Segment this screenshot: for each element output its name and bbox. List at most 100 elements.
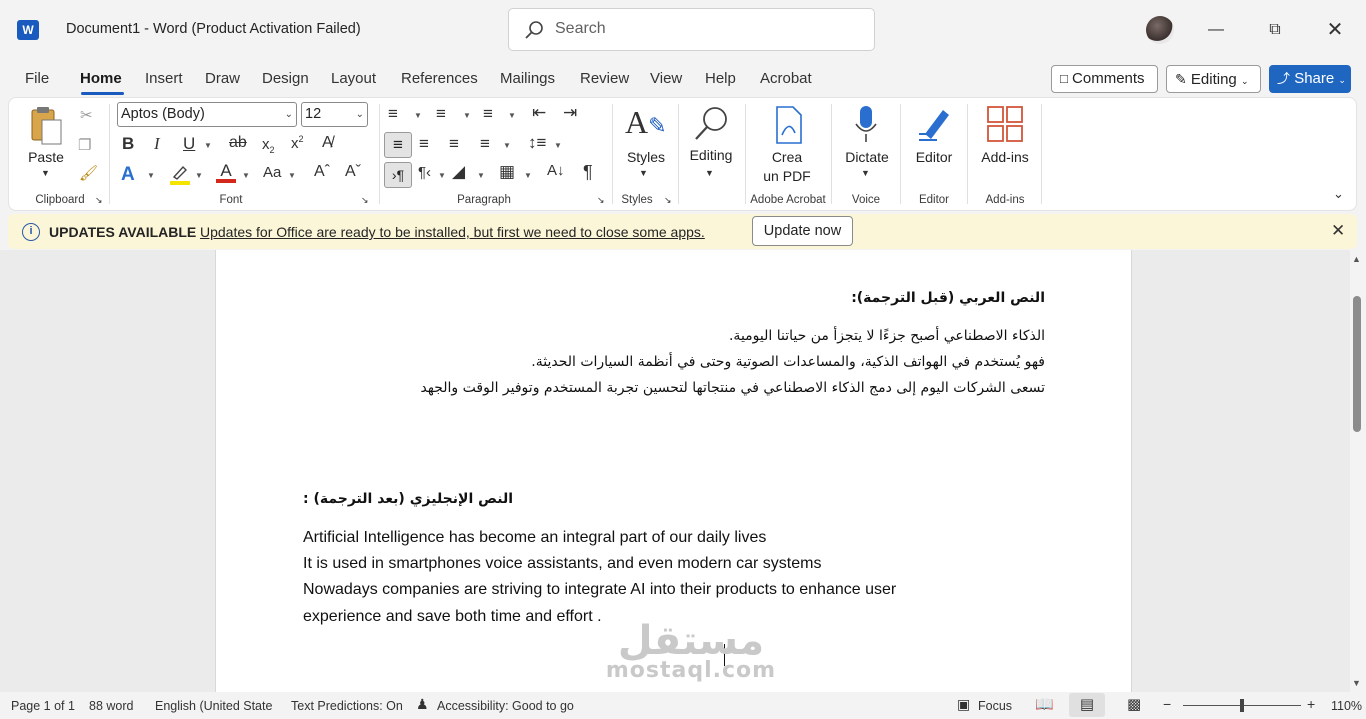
web-layout-icon[interactable]: ▩ [1127, 695, 1141, 713]
close-icon[interactable]: ✕ [1331, 221, 1345, 241]
avatar[interactable] [1146, 16, 1174, 44]
word-count[interactable]: 88 word [89, 699, 133, 713]
scroll-up-icon[interactable]: ▲ [1352, 254, 1361, 264]
chevron-down-icon[interactable]: ▼ [861, 168, 870, 178]
vertical-scrollbar[interactable]: ▲ ▼ [1350, 250, 1366, 692]
subscript-icon[interactable]: x2 [262, 136, 275, 155]
tab-help[interactable]: Help [705, 70, 736, 87]
increase-indent-icon[interactable]: ⇥ [563, 103, 577, 123]
bold-icon[interactable]: B [122, 134, 134, 154]
tab-acrobat[interactable]: Acrobat [760, 70, 812, 87]
tab-view[interactable]: View [650, 70, 682, 87]
language[interactable]: English (United State [155, 699, 272, 713]
strikethrough-icon[interactable]: ab [229, 134, 247, 152]
change-case-icon[interactable]: Aa [263, 164, 281, 181]
font-size-select[interactable]: 12 ⌄ [301, 102, 368, 127]
align-center-icon[interactable]: ≡ [419, 134, 429, 154]
line-spacing-icon[interactable]: ↕≡ [528, 133, 546, 153]
tab-insert[interactable]: Insert [145, 70, 183, 87]
chevron-down-icon[interactable]: ▼ [147, 171, 155, 180]
accessibility-status[interactable]: Accessibility: Good to go [437, 699, 574, 713]
chevron-down-icon[interactable]: ▼ [204, 141, 212, 150]
paste-button[interactable]: Paste [26, 149, 66, 165]
comments-button[interactable]: □ Comments [1051, 65, 1158, 93]
chevron-down-icon[interactable]: ▼ [554, 141, 562, 150]
italic-icon[interactable]: I [154, 134, 160, 154]
sort-icon[interactable]: A↓ [547, 162, 565, 179]
dialog-launcher-icon[interactable]: ↘ [664, 195, 672, 206]
dialog-launcher-icon[interactable]: ↘ [597, 195, 605, 206]
chevron-down-icon[interactable]: ▼ [705, 168, 714, 178]
align-right-icon[interactable]: ≡ [449, 134, 459, 154]
zoom-slider-thumb[interactable] [1240, 699, 1244, 712]
updates-message-link[interactable]: Updates for Office are ready to be insta… [200, 224, 705, 240]
align-left-icon[interactable]: ≡ [384, 132, 412, 158]
borders-icon[interactable]: ▦ [499, 162, 515, 182]
tab-mailings[interactable]: Mailings [500, 70, 555, 87]
dialog-launcher-icon[interactable]: ↘ [361, 195, 369, 206]
chevron-down-icon[interactable]: ▼ [288, 171, 296, 180]
tab-layout[interactable]: Layout [331, 70, 376, 87]
shading-icon[interactable]: ◢ [452, 162, 465, 182]
read-mode-icon[interactable]: 📖 [1035, 695, 1054, 713]
tab-design[interactable]: Design [262, 70, 309, 87]
zoom-in-icon[interactable]: + [1307, 696, 1315, 712]
cut-icon[interactable]: ✂ [80, 106, 93, 124]
chevron-down-icon[interactable]: ▼ [41, 168, 50, 178]
rtl-direction-icon[interactable]: ¶‹ [418, 164, 431, 181]
focus-button[interactable]: Focus [978, 699, 1012, 713]
tab-references[interactable]: References [401, 70, 478, 87]
create-pdf-line2[interactable]: un PDF [757, 168, 817, 184]
page-count[interactable]: Page 1 of 1 [11, 699, 75, 713]
numbering-icon[interactable]: ≡ [436, 104, 446, 124]
copy-icon[interactable]: ❐ [78, 136, 91, 154]
font-color-icon[interactable]: A [216, 161, 236, 183]
tab-file[interactable]: File [25, 70, 49, 87]
minimize-icon[interactable]: — [1193, 14, 1239, 46]
share-button[interactable]: ⤴ Share ⌄ [1269, 65, 1351, 93]
dialog-launcher-icon[interactable]: ↘ [95, 195, 103, 206]
search-box[interactable]: Search [508, 8, 875, 51]
chevron-down-icon[interactable]: ▼ [508, 111, 516, 120]
chevron-down-icon[interactable]: ▼ [242, 171, 250, 180]
tab-review[interactable]: Review [580, 70, 629, 87]
multilevel-list-icon[interactable]: ≡ [483, 104, 493, 124]
chevron-down-icon[interactable]: ▼ [463, 111, 471, 120]
editing-mode-button[interactable]: ✎ Editing ⌄ [1166, 65, 1261, 93]
collapse-ribbon-icon[interactable]: ⌄ [1333, 186, 1344, 202]
bullets-icon[interactable]: ≡ [388, 104, 398, 124]
restore-icon[interactable]: ⧉ [1252, 14, 1298, 46]
add-ins-button[interactable]: Add-ins [975, 149, 1035, 165]
scrollbar-thumb[interactable] [1353, 296, 1361, 432]
tab-draw[interactable]: Draw [205, 70, 240, 87]
zoom-level[interactable]: 110% [1331, 699, 1362, 713]
justify-icon[interactable]: ≡ [480, 134, 490, 154]
chevron-down-icon[interactable]: ▼ [477, 171, 485, 180]
zoom-out-icon[interactable]: − [1163, 696, 1171, 712]
chevron-down-icon[interactable]: ▼ [438, 171, 446, 180]
shrink-font-icon[interactable]: Aˇ [345, 163, 361, 181]
create-pdf-line1[interactable]: Crea [757, 149, 817, 165]
update-now-button[interactable]: Update now [752, 216, 853, 246]
editor-button[interactable]: Editor [908, 149, 960, 165]
chevron-down-icon[interactable]: ▼ [414, 111, 422, 120]
document-page[interactable]: النص العربي (قبل الترجمة): الذكاء الاصطن… [215, 250, 1132, 692]
font-name-select[interactable]: Aptos (Body) ⌄ [117, 102, 297, 127]
superscript-icon[interactable]: x2 [291, 134, 304, 152]
show-formatting-marks-icon[interactable]: ¶ [583, 162, 593, 183]
tab-home[interactable]: Home [80, 70, 122, 87]
styles-button[interactable]: Styles [622, 149, 670, 165]
highlight-icon[interactable] [169, 163, 191, 185]
scroll-down-icon[interactable]: ▼ [1352, 678, 1361, 688]
format-painter-icon[interactable]: 🖌 [79, 164, 98, 182]
ltr-direction-icon[interactable]: ›¶ [384, 162, 412, 188]
text-effects-icon[interactable]: A [121, 164, 135, 186]
chevron-down-icon[interactable]: ▼ [524, 171, 532, 180]
close-icon[interactable]: ✕ [1312, 14, 1358, 46]
underline-icon[interactable]: U [183, 134, 195, 154]
decrease-indent-icon[interactable]: ⇤ [532, 103, 546, 123]
text-predictions[interactable]: Text Predictions: On [291, 699, 403, 713]
chevron-down-icon[interactable]: ▼ [503, 141, 511, 150]
clear-formatting-icon[interactable]: A̸ [322, 134, 333, 152]
print-layout-icon[interactable]: ▤ [1069, 693, 1105, 717]
